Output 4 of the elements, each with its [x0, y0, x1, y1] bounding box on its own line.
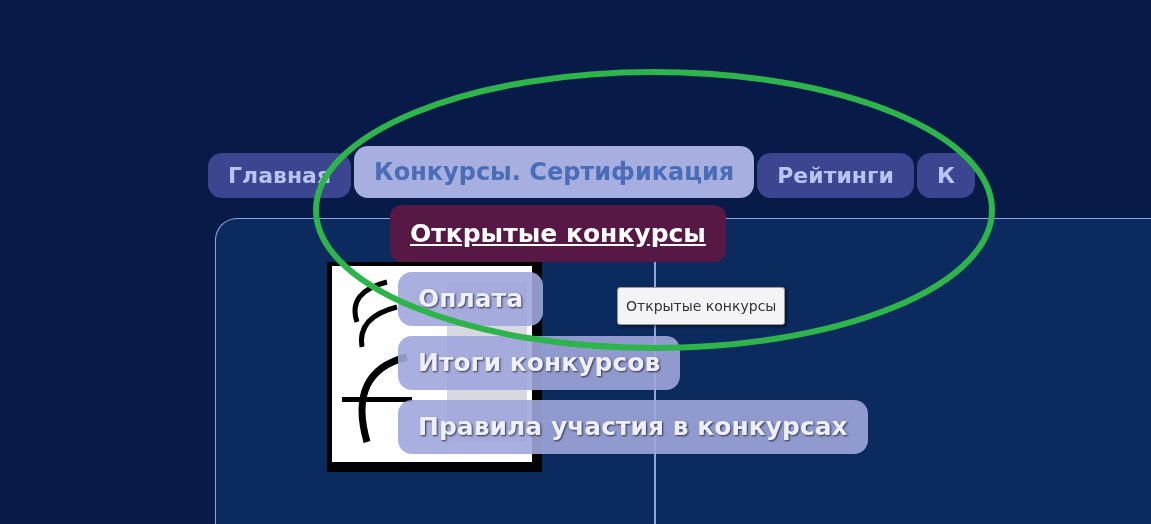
nav-tab[interactable]: Рейтинги — [757, 153, 914, 198]
tooltip: Открытые конкурсы — [617, 287, 786, 325]
nav-tab[interactable]: К — [916, 153, 975, 198]
menu-item[interactable]: Открытые конкурсы — [390, 205, 726, 262]
